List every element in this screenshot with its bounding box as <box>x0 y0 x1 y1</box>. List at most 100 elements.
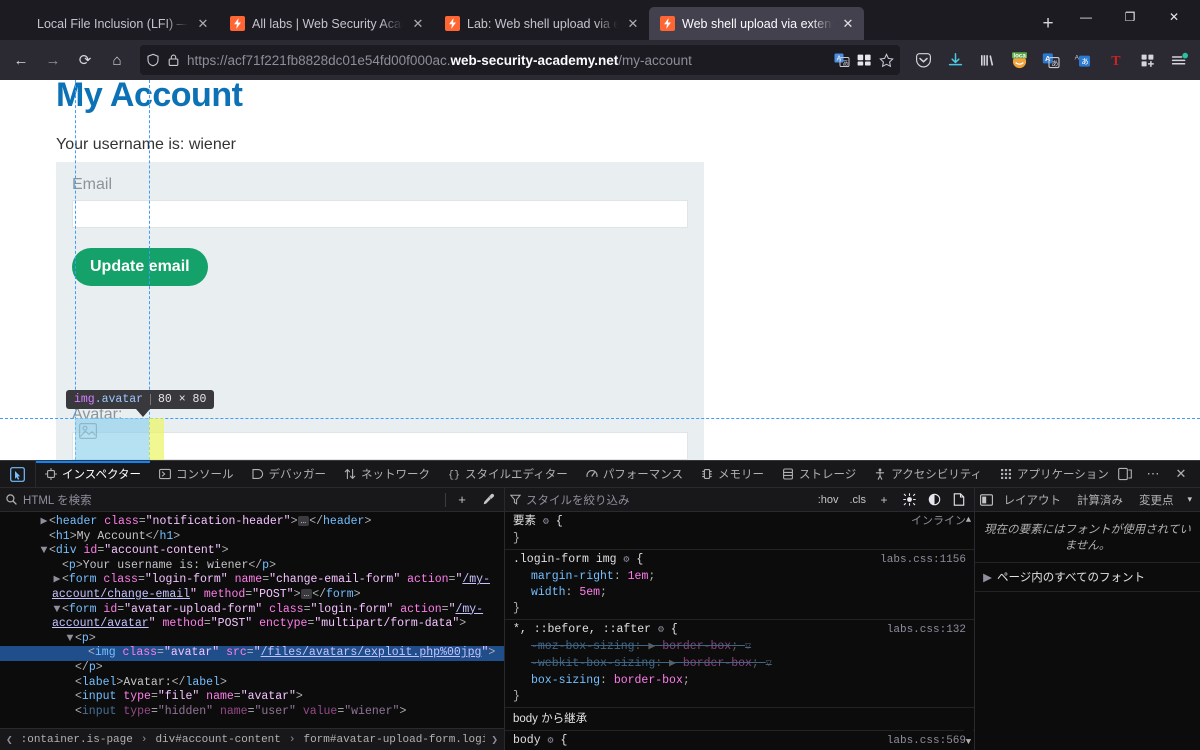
css-value[interactable]: 5em <box>579 586 600 599</box>
expand-arrow-icon[interactable]: ▶ <box>648 640 655 653</box>
sidebar-tab[interactable]: 変更点 <box>1131 492 1182 508</box>
close-window-button[interactable]: ✕ <box>1152 0 1196 33</box>
devtools-tab[interactable]: パフォーマンス <box>577 461 692 487</box>
local-extension-icon[interactable]: loca <box>1004 45 1034 75</box>
dom-node-selected[interactable]: <img class="avatar" src="/files/avatars/… <box>0 646 504 661</box>
browser-tab[interactable]: Local File Inclusion (LFI) — Web App ✕ <box>4 7 219 40</box>
breadcrumb-item[interactable]: form#avatar-upload-form.login-form <box>301 734 485 746</box>
update-email-button[interactable]: Update email <box>72 248 208 286</box>
css-value[interactable]: border-box <box>683 657 752 670</box>
sidebar-tab[interactable]: 計算済み <box>1069 492 1131 508</box>
sidebar-tab[interactable]: レイアウト <box>995 492 1069 508</box>
translate-extension-icon[interactable]: Aあ <box>1036 45 1066 75</box>
print-preview-icon[interactable] <box>949 493 969 506</box>
app-menu-icon[interactable] <box>1164 45 1194 75</box>
plus-icon[interactable]: + <box>452 492 472 507</box>
dom-twisty[interactable]: ▶ <box>52 573 62 588</box>
css-source-link[interactable]: labs.css:569 <box>887 733 966 749</box>
devtools-tab[interactable]: ストレージ <box>773 461 865 487</box>
css-property[interactable]: -moz-box-sizing <box>531 640 635 653</box>
breadcrumb-item[interactable]: div#account-content <box>153 734 282 746</box>
html-search-input[interactable]: HTML を検索 <box>23 492 439 508</box>
css-rule[interactable]: body ⚙ {labs.css:569color: #333332;font-… <box>505 731 974 750</box>
url-bar[interactable]: https://acf71f221fb8828dc01e54fd00f000ac… <box>140 45 900 75</box>
t-extension-icon[interactable]: T <box>1100 45 1130 75</box>
devtools-tab[interactable]: コンソール <box>150 461 243 487</box>
reload-button[interactable]: ⟳ <box>70 45 100 75</box>
expand-arrow-icon[interactable]: ▶ <box>669 657 676 670</box>
library-icon[interactable] <box>972 45 1002 75</box>
plus-icon[interactable]: + <box>874 493 894 507</box>
dom-node[interactable]: ▼ <form id="avatar-upload-form" class="lo… <box>0 603 504 632</box>
devtools-tab[interactable]: インスペクター <box>36 461 151 487</box>
extensions-grid-icon[interactable] <box>1132 45 1162 75</box>
css-rule[interactable]: .login-form img ⚙ {labs.css:1156 margin-r… <box>505 550 974 620</box>
css-selector[interactable]: body ⚙ { <box>513 733 887 750</box>
star-icon[interactable] <box>879 52 894 68</box>
dom-twisty[interactable]: ▼ <box>52 603 62 618</box>
hov-button[interactable]: :hov <box>815 494 842 506</box>
shield-icon[interactable] <box>146 53 160 67</box>
eyedropper-icon[interactable] <box>478 493 498 506</box>
filter-icon[interactable]: ▽ <box>745 642 751 653</box>
meatball-menu-icon[interactable]: ⋯ <box>1140 461 1166 487</box>
close-tab-icon[interactable]: ✕ <box>625 16 641 32</box>
all-fonts-section[interactable]: ▶ ページ内のすべてのフォント <box>975 563 1200 592</box>
dom-twisty[interactable]: ▼ <box>39 544 49 559</box>
dom-node[interactable]: </p> <box>0 661 504 676</box>
css-value[interactable]: 1em <box>628 570 649 583</box>
devtools-tab[interactable]: メモリー <box>692 461 773 487</box>
avatar-file-input[interactable] <box>72 432 688 460</box>
email-input[interactable] <box>72 200 688 228</box>
gear-icon[interactable]: ⚙ <box>623 555 629 566</box>
cls-button[interactable]: .cls <box>847 494 870 506</box>
lock-icon[interactable] <box>167 53 180 67</box>
css-declaration[interactable]: -webkit-box-sizing: ▶ border-box; ▽ <box>505 656 974 673</box>
css-property[interactable]: box-sizing <box>531 674 600 687</box>
dom-twisty[interactable]: ▼ <box>65 632 75 647</box>
moon-icon[interactable] <box>924 493 944 506</box>
minimize-button[interactable]: — <box>1064 0 1108 33</box>
downloads-icon[interactable] <box>940 45 970 75</box>
css-declaration[interactable]: margin-right: 1em; <box>505 569 974 585</box>
browser-tab[interactable]: Lab: Web shell upload via exten ✕ <box>434 7 649 40</box>
japanese-translate-icon[interactable]: Aあ <box>1068 45 1098 75</box>
dom-node[interactable]: <h1>My Account</h1> <box>0 530 504 545</box>
close-tab-icon[interactable]: ✕ <box>410 16 426 32</box>
css-rule[interactable]: 要素 ⚙ {インライン} <box>505 512 974 550</box>
devtools-tab[interactable]: アプリケーション <box>991 461 1112 487</box>
css-source-link[interactable]: labs.css:132 <box>887 622 966 638</box>
new-tab-button[interactable]: + <box>1032 8 1064 40</box>
home-button[interactable]: ⌂ <box>102 45 132 75</box>
browser-tab[interactable]: Web shell upload via extension ✕ <box>649 7 864 40</box>
gear-icon[interactable]: ⚙ <box>548 736 554 747</box>
css-declaration[interactable]: -moz-box-sizing: ▶ border-box; ▽ <box>505 639 974 656</box>
close-tab-icon[interactable]: ✕ <box>195 16 211 32</box>
style-filter-input[interactable]: スタイルを絞り込み <box>526 492 810 508</box>
close-tab-icon[interactable]: ✕ <box>840 16 856 32</box>
css-selector[interactable]: 要素 ⚙ { <box>513 514 911 531</box>
css-rules-list[interactable]: ▲ ▼ 要素 ⚙ {インライン} .login-form img ⚙ {labs.… <box>505 512 974 750</box>
css-declaration[interactable]: width: 5em; <box>505 585 974 601</box>
sun-icon[interactable] <box>899 493 919 506</box>
filter-icon[interactable]: ▽ <box>766 659 772 670</box>
css-property[interactable]: margin-right <box>531 570 614 583</box>
dom-node[interactable]: <input type="hidden" name="user" value="… <box>0 705 504 720</box>
css-source-link[interactable]: labs.css:1156 <box>880 552 966 568</box>
forward-button[interactable]: → <box>38 45 68 75</box>
dom-node[interactable]: ▶ <form class="login-form" name="change-e… <box>0 573 504 602</box>
browser-tab[interactable]: All labs | Web Security Academy ✕ <box>219 7 434 40</box>
sidebar-toggle-icon[interactable] <box>979 493 993 506</box>
dom-node[interactable]: ▼ <p> <box>0 632 504 647</box>
css-source-link[interactable]: インライン <box>911 514 966 530</box>
css-declaration[interactable]: box-sizing: border-box; <box>505 673 974 689</box>
reader-view-icon[interactable] <box>857 53 872 67</box>
css-value[interactable]: border-box <box>662 640 731 653</box>
gear-icon[interactable]: ⚙ <box>543 517 549 528</box>
translate-page-icon[interactable]: Aあ <box>834 53 850 67</box>
breadcrumb-scroll-left[interactable]: ❮ <box>4 733 15 747</box>
back-button[interactable]: ← <box>6 45 36 75</box>
dock-toggle-icon[interactable] <box>1112 461 1138 487</box>
dom-tree[interactable]: ▶ <header class="notification-header">… </… <box>0 512 504 728</box>
element-picker-icon[interactable] <box>0 461 36 487</box>
